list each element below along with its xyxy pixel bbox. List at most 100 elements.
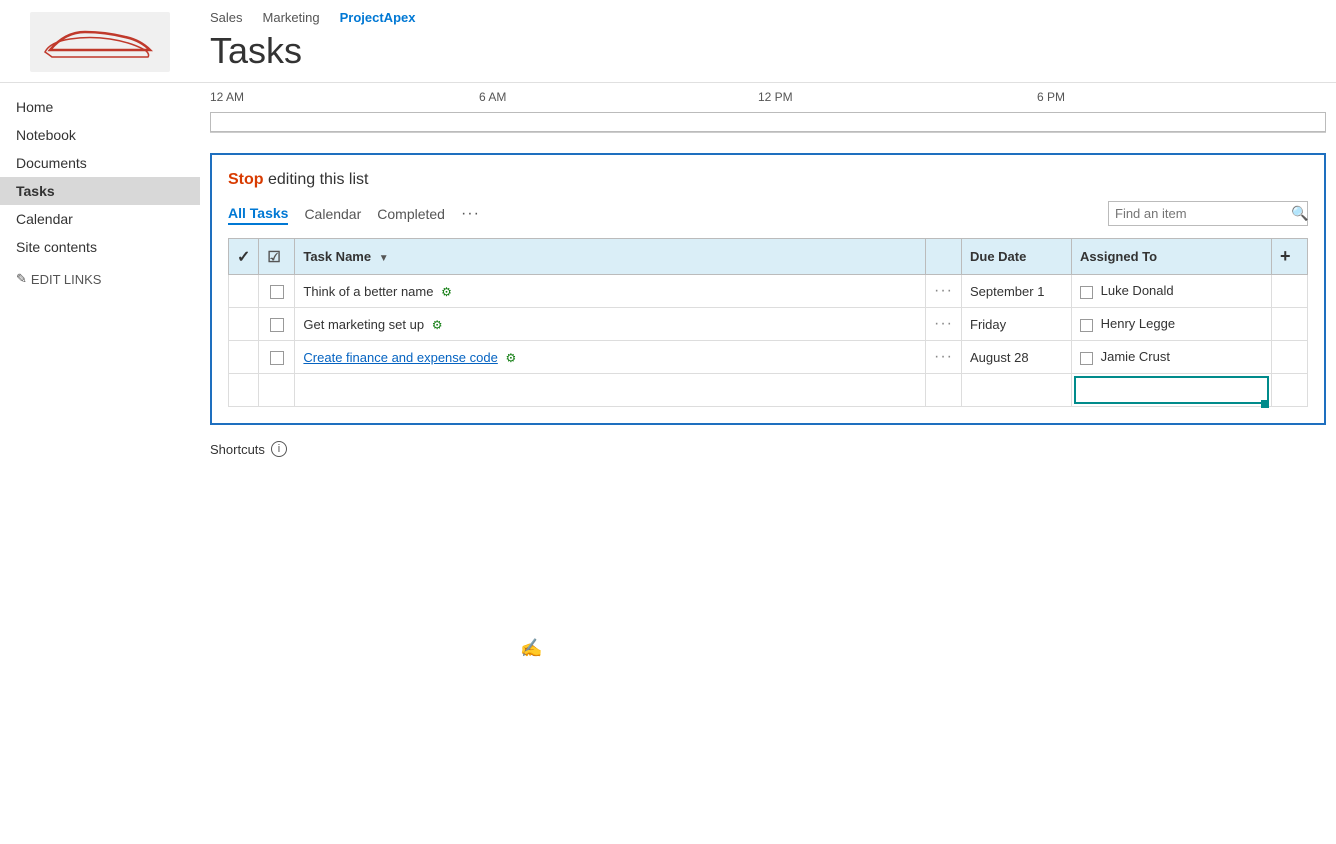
- new-row-input[interactable]: [1074, 376, 1269, 404]
- col-header-assignedto: Assigned To: [1072, 239, 1272, 275]
- row2-assignee-checkbox[interactable]: [1080, 319, 1093, 332]
- row2-more[interactable]: ···: [926, 308, 962, 341]
- tasks-container: Stop editing this list All Tasks Calenda…: [210, 153, 1326, 425]
- row3-checkbox[interactable]: [259, 341, 295, 374]
- row1-checkmark: [229, 275, 259, 308]
- search-input[interactable]: [1115, 206, 1291, 221]
- timeline: 12 AM 6 AM 12 PM 6 PM: [210, 83, 1326, 133]
- row1-task-name-text: Think of a better name: [303, 284, 433, 299]
- content-area: 12 AM 6 AM 12 PM 6 PM Stop editing this …: [200, 83, 1336, 817]
- row2-extra: [1272, 308, 1308, 341]
- row1-assignee-checkbox[interactable]: [1080, 286, 1093, 299]
- toolbar-more-button[interactable]: ···: [461, 205, 480, 223]
- row2-more-dots[interactable]: ···: [934, 315, 953, 332]
- row1-more[interactable]: ···: [926, 275, 962, 308]
- new-row-duedate: [962, 374, 1072, 407]
- sort-icon[interactable]: ▼: [379, 253, 389, 264]
- row3-taskname: Create finance and expense code ⚙: [295, 341, 926, 374]
- timeline-label-6am: 6 AM: [479, 90, 506, 104]
- stop-editing-rest: editing this list: [264, 171, 369, 188]
- col-header-duedate: Due Date: [962, 239, 1072, 275]
- new-row-extra: [1272, 374, 1308, 407]
- row1-gear-icon[interactable]: ⚙: [441, 285, 452, 299]
- nav-tab-projectapex[interactable]: ProjectApex: [340, 8, 416, 27]
- row1-checkbox[interactable]: [259, 275, 295, 308]
- new-row-assignedto[interactable]: [1072, 374, 1272, 407]
- col-header-more: [926, 239, 962, 275]
- row2-checkbox[interactable]: [259, 308, 295, 341]
- timeline-label-6pm: 6 PM: [1037, 90, 1065, 104]
- col-header-select: ☑: [259, 239, 295, 275]
- pencil-icon: ✎: [16, 271, 27, 287]
- add-column-icon[interactable]: +: [1280, 246, 1291, 266]
- page-title: Tasks: [210, 31, 1336, 71]
- toolbar: All Tasks Calendar Completed ··· 🔍: [228, 201, 1308, 226]
- toolbar-tab-completed[interactable]: Completed: [377, 204, 445, 224]
- tasks-table: ✓ ☑ Task Name ▼ Due Date Assigned To: [228, 238, 1308, 407]
- top-nav: Sales Marketing ProjectApex: [210, 8, 1336, 27]
- row1-extra: [1272, 275, 1308, 308]
- timeline-label-12am: 12 AM: [210, 90, 244, 104]
- row3-more-dots[interactable]: ···: [934, 348, 953, 365]
- row2-checkmark: [229, 308, 259, 341]
- select-all-icon[interactable]: ☑: [267, 249, 280, 266]
- row3-extra: [1272, 341, 1308, 374]
- sidebar-item-home[interactable]: Home: [0, 93, 200, 121]
- shortcuts-bar: Shortcuts i: [210, 441, 1326, 457]
- sidebar-item-calendar[interactable]: Calendar: [0, 205, 200, 233]
- table-row: Think of a better name ⚙ ··· September 1…: [229, 275, 1308, 308]
- row3-checkmark: [229, 341, 259, 374]
- table-header-row: ✓ ☑ Task Name ▼ Due Date Assigned To: [229, 239, 1308, 275]
- toolbar-tab-calendar[interactable]: Calendar: [304, 204, 361, 224]
- new-row-check: [229, 374, 259, 407]
- new-row-taskname: [295, 374, 926, 407]
- row3-more[interactable]: ···: [926, 341, 962, 374]
- nav-tab-sales[interactable]: Sales: [210, 8, 243, 27]
- col-header-add: +: [1272, 239, 1308, 275]
- row1-more-dots[interactable]: ···: [934, 282, 953, 299]
- row1-taskname: Think of a better name ⚙: [295, 275, 926, 308]
- sidebar-item-tasks[interactable]: Tasks: [0, 177, 200, 205]
- row3-check-box[interactable]: [270, 351, 284, 365]
- row3-assignee-checkbox[interactable]: [1080, 352, 1093, 365]
- search-box[interactable]: 🔍: [1108, 201, 1308, 226]
- edit-links[interactable]: ✎ EDIT LINKS: [0, 261, 200, 297]
- row2-duedate: Friday: [962, 308, 1072, 341]
- sidebar: Home Notebook Documents Tasks Calendar S…: [0, 83, 200, 817]
- col-header-taskname: Task Name ▼: [295, 239, 926, 275]
- row1-assignee-name: Luke Donald: [1101, 283, 1174, 298]
- nav-tab-marketing[interactable]: Marketing: [263, 8, 320, 27]
- row3-gear-icon[interactable]: ⚙: [505, 351, 516, 365]
- row2-check-box[interactable]: [270, 318, 284, 332]
- row2-assignee-name: Henry Legge: [1101, 316, 1175, 331]
- col-header-check: ✓: [229, 239, 259, 275]
- row1-assignedto: Luke Donald: [1072, 275, 1272, 308]
- timeline-bar: [210, 112, 1326, 132]
- row1-duedate: September 1: [962, 275, 1072, 308]
- table-row-new: [229, 374, 1308, 407]
- row2-taskname: Get marketing set up ⚙: [295, 308, 926, 341]
- row3-duedate: August 28: [962, 341, 1072, 374]
- row2-task-name-text: Get marketing set up: [303, 317, 424, 332]
- check-all-icon[interactable]: ✓: [237, 249, 250, 266]
- table-row: Get marketing set up ⚙ ··· Friday Henry …: [229, 308, 1308, 341]
- sidebar-item-notebook[interactable]: Notebook: [0, 121, 200, 149]
- stop-editing-bar: Stop editing this list: [228, 171, 1308, 189]
- row3-task-link[interactable]: Create finance and expense code: [303, 350, 497, 365]
- timeline-label-12pm: 12 PM: [758, 90, 793, 104]
- sidebar-item-documents[interactable]: Documents: [0, 149, 200, 177]
- row2-gear-icon[interactable]: ⚙: [432, 318, 443, 332]
- header-right: Sales Marketing ProjectApex Tasks: [200, 8, 1336, 79]
- row1-check-box[interactable]: [270, 285, 284, 299]
- row2-assignedto: Henry Legge: [1072, 308, 1272, 341]
- stop-word[interactable]: Stop: [228, 171, 264, 188]
- row3-assignee-name: Jamie Crust: [1101, 349, 1170, 364]
- info-icon[interactable]: i: [271, 441, 287, 457]
- toolbar-tab-all-tasks[interactable]: All Tasks: [228, 203, 288, 225]
- new-row-select: [259, 374, 295, 407]
- edit-links-label: EDIT LINKS: [31, 272, 102, 287]
- new-row-more: [926, 374, 962, 407]
- row3-assignedto: Jamie Crust: [1072, 341, 1272, 374]
- sidebar-item-site-contents[interactable]: Site contents: [0, 233, 200, 261]
- table-row: Create finance and expense code ⚙ ··· Au…: [229, 341, 1308, 374]
